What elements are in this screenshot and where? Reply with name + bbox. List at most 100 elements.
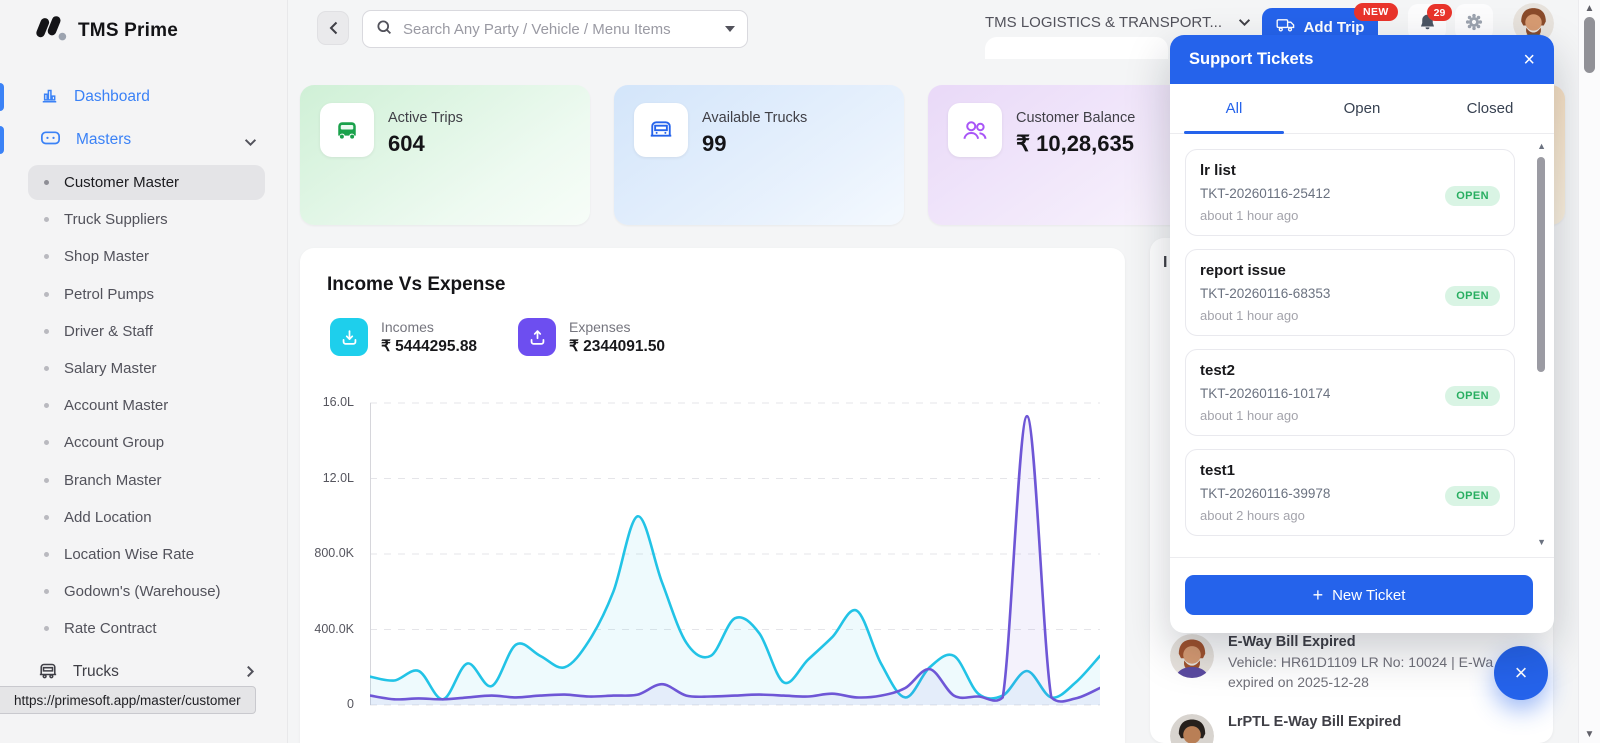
sidebar-subitem[interactable]: Salary Master: [0, 350, 287, 387]
ticket-time: about 2 hours ago: [1200, 508, 1500, 523]
bullet-icon: [44, 329, 49, 334]
support-tickets-panel: Support Tickets × All Open Closed lr lis…: [1170, 35, 1554, 633]
ticket-filter-tab[interactable]: Open: [1298, 84, 1426, 133]
bullet-icon: [44, 552, 49, 557]
list-scroll-up-arrow[interactable]: ▲: [1537, 141, 1546, 151]
sidebar-subitem[interactable]: Location Wise Rate: [0, 536, 287, 573]
link-status-bar: https://primesoft.app/master/customer: [0, 686, 256, 714]
scroll-down-arrow[interactable]: ▼: [1579, 729, 1600, 740]
ticket-status-badge: OPEN: [1445, 286, 1500, 306]
sidebar-subitem[interactable]: Shop Master: [0, 238, 287, 275]
customers-icon: [948, 103, 1002, 157]
sidebar-subitem[interactable]: Truck Suppliers: [0, 201, 287, 238]
global-search-input[interactable]: Search Any Party / Vehicle / Menu Items: [362, 10, 748, 48]
ticket-title: report issue: [1200, 262, 1500, 279]
support-tickets-header: Support Tickets ×: [1170, 35, 1554, 84]
sidebar-item-label: Trucks: [73, 663, 119, 681]
sidebar-subitem[interactable]: Driver & Staff: [0, 313, 287, 350]
close-icon[interactable]: ×: [1523, 50, 1535, 70]
company-dropdown-panel-edge: [985, 37, 1168, 59]
avatar: [1170, 634, 1214, 678]
stat-label: Active Trips: [388, 110, 463, 126]
legend-value: ₹ 5444295.88: [381, 337, 477, 356]
stat-label: Customer Balance: [1016, 110, 1135, 126]
y-axis-tick-label: 0: [347, 697, 354, 711]
y-axis-tick-label: 16.0L: [323, 395, 354, 409]
sidebar-subitem[interactable]: Branch Master: [0, 462, 287, 499]
sidebar-subitem[interactable]: Rate Contract: [0, 610, 287, 647]
chart-y-labels: 0 400.0K 800.0K 12.0L 16.0L: [300, 248, 362, 743]
alert-item[interactable]: LrPTL E-Way Bill Expired: [1150, 710, 1553, 743]
bullet-icon: [44, 180, 49, 185]
search-placeholder: Search Any Party / Vehicle / Menu Items: [403, 21, 715, 38]
sidebar-collapse-button[interactable]: [317, 11, 349, 45]
sidebar-item-dashboard[interactable]: Dashboard: [0, 82, 287, 112]
tab-label: All: [1226, 100, 1243, 117]
sidebar-item-trucks[interactable]: Trucks: [0, 656, 287, 688]
bullet-icon: [44, 515, 49, 520]
bullet-icon: [44, 626, 49, 631]
legend-expenses: Expenses ₹ 2344091.50: [518, 318, 665, 356]
alert-item[interactable]: E-Way Bill Expired Vehicle: HR61D1109 LR…: [1150, 630, 1553, 710]
app-logo[interactable]: TMS Prime: [32, 13, 178, 48]
ticket-card[interactable]: report issue TKT-20260116-68353 about 1 …: [1185, 249, 1515, 336]
ticket-card[interactable]: test2 TKT-20260116-10174 about 1 hour ag…: [1185, 349, 1515, 436]
sidebar-subitem-label: Salary Master: [64, 360, 157, 377]
truck-icon: [1276, 17, 1296, 37]
y-axis-tick-label: 12.0L: [323, 471, 354, 485]
company-selector[interactable]: TMS LOGISTICS & TRANSPORT...: [985, 14, 1251, 31]
truck-icon: [634, 103, 688, 157]
tab-label: Open: [1344, 100, 1381, 117]
stat-card-active-trips[interactable]: Active Trips 604: [300, 85, 590, 225]
y-axis-tick-label: 400.0K: [314, 622, 354, 636]
stat-value: 604: [388, 131, 425, 157]
stat-value: 99: [702, 131, 726, 157]
alert-title: E-Way Bill Expired: [1228, 632, 1537, 650]
ticket-filter-tab[interactable]: Closed: [1426, 84, 1554, 133]
stat-value: ₹ 10,28,635: [1016, 131, 1134, 157]
notification-count-badge: 29: [1427, 4, 1452, 21]
sidebar-subitem-label: Account Group: [64, 434, 164, 451]
ticket-list: lr list TKT-20260116-25412 about 1 hour …: [1170, 134, 1554, 557]
ticket-filter-tab[interactable]: All: [1170, 84, 1298, 133]
sidebar-subitem[interactable]: Account Group: [0, 424, 287, 461]
sidebar-subitem-label: Branch Master: [64, 472, 162, 489]
sidebar-subitem-label: Driver & Staff: [64, 323, 153, 340]
bullet-icon: [44, 254, 49, 259]
browser-scrollbar[interactable]: ▲ ▼: [1578, 0, 1600, 743]
sidebar-subitem[interactable]: Customer Master: [0, 164, 287, 201]
list-scrollbar-thumb[interactable]: [1537, 157, 1545, 372]
chevron-down-icon: [1238, 18, 1251, 27]
company-name: TMS LOGISTICS & TRANSPORT...: [985, 14, 1222, 31]
list-scroll-down-arrow[interactable]: ▼: [1537, 537, 1546, 547]
ticket-title: test1: [1200, 462, 1500, 479]
y-axis-tick-label: 800.0K: [314, 546, 354, 560]
new-ticket-button[interactable]: + New Ticket: [1185, 575, 1533, 615]
sidebar-subitem[interactable]: Account Master: [0, 387, 287, 424]
brand-name: TMS Prime: [78, 20, 178, 42]
new-ticket-label: New Ticket: [1332, 587, 1405, 604]
stat-card-available-trucks[interactable]: Available Trucks 99: [614, 85, 904, 225]
close-fab-button[interactable]: ×: [1494, 646, 1548, 700]
gear-icon: [1464, 12, 1484, 32]
scrollbar-thumb[interactable]: [1584, 17, 1595, 73]
sidebar-subitem-label: Rate Contract: [64, 620, 157, 637]
ticket-card[interactable]: test1 TKT-20260116-39978 about 2 hours a…: [1185, 449, 1515, 536]
sidebar: TMS Prime Dashboard Masters Customer Mas…: [0, 0, 288, 743]
upload-icon: [518, 318, 556, 356]
bullet-icon: [44, 440, 49, 445]
ticket-card[interactable]: lr list TKT-20260116-25412 about 1 hour …: [1185, 149, 1515, 236]
masters-icon: [40, 128, 61, 152]
sidebar-subitem[interactable]: Petrol Pumps: [0, 276, 287, 313]
chevron-down-icon: [244, 134, 257, 152]
sidebar-item-masters[interactable]: Masters: [0, 125, 287, 155]
sidebar-subitem[interactable]: Add Location: [0, 499, 287, 536]
scroll-up-arrow[interactable]: ▲: [1579, 3, 1600, 14]
legend-value: ₹ 2344091.50: [569, 337, 665, 356]
sidebar-subitem[interactable]: Godown's (Warehouse): [0, 573, 287, 610]
search-dropdown-caret-icon[interactable]: [725, 26, 735, 32]
plus-icon: +: [1313, 585, 1324, 606]
bullet-icon: [44, 589, 49, 594]
ticket-time: about 1 hour ago: [1200, 408, 1500, 423]
income-expense-plot: [370, 400, 1100, 712]
